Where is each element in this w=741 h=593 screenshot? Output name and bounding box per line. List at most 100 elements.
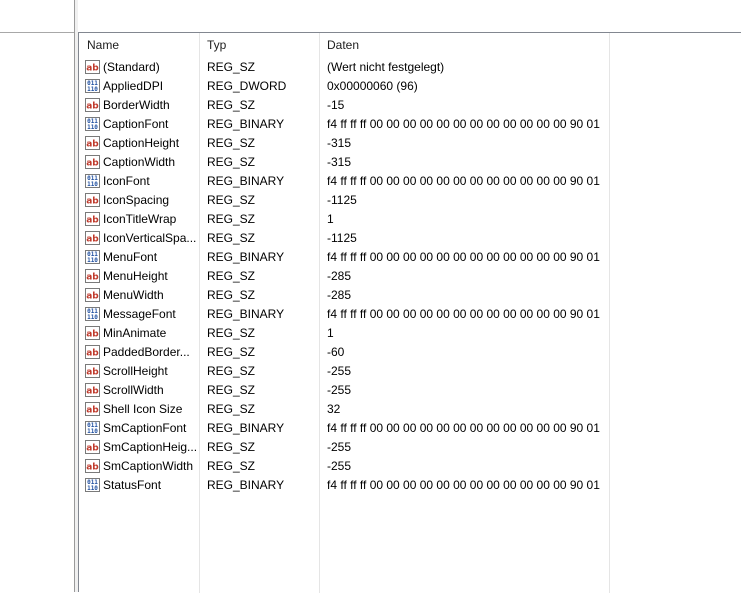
registry-values-list[interactable]: Name Typ Daten ab (Standard) REG_SZ (Wert n…	[78, 32, 741, 593]
value-name-cell: ab SmCaptionHeig...	[85, 438, 201, 457]
value-name-cell: ab (Standard)	[85, 58, 201, 77]
value-data: f4 ff ff ff 00 00 00 00 00 00 00 00 00 0…	[327, 421, 603, 435]
value-row[interactable]: 011 110 AppliedDPI REG_DWORD 0x00000060 (96)	[79, 77, 741, 96]
svg-text:ab: ab	[86, 406, 99, 416]
value-type: REG_SZ	[207, 136, 256, 150]
value-row[interactable]: 011 110 SmCaptionFont REG_BINARY f4 ff ff ff…	[79, 419, 741, 438]
value-name-cell: 011 110 AppliedDPI	[85, 77, 201, 96]
value-name-cell: ab ScrollHeight	[85, 362, 201, 381]
value-type: REG_SZ	[207, 440, 256, 454]
string-value-icon: ab	[85, 60, 100, 74]
string-value-icon: ab	[85, 212, 100, 226]
value-row[interactable]: ab SmCaptionWidth REG_SZ -255	[79, 457, 741, 476]
value-row[interactable]: ab MenuHeight REG_SZ -285	[79, 267, 741, 286]
value-type: REG_SZ	[207, 269, 256, 283]
svg-text:ab: ab	[86, 463, 99, 473]
string-value-icon: ab	[85, 383, 100, 397]
value-row[interactable]: 011 110 IconFont REG_BINARY f4 ff ff ff 00 0…	[79, 172, 741, 191]
string-value-icon: ab	[85, 345, 100, 359]
value-data: f4 ff ff ff 00 00 00 00 00 00 00 00 00 0…	[327, 117, 603, 131]
svg-text:ab: ab	[86, 64, 99, 74]
svg-text:110: 110	[87, 257, 98, 264]
svg-text:110: 110	[87, 181, 98, 188]
value-name-cell: 011 110 StatusFont	[85, 476, 201, 495]
svg-text:ab: ab	[86, 330, 99, 340]
value-row[interactable]: 011 110 MessageFont REG_BINARY f4 ff ff ff 0…	[79, 305, 741, 324]
svg-text:ab: ab	[86, 216, 99, 226]
value-row[interactable]: ab ScrollWidth REG_SZ -255	[79, 381, 741, 400]
value-name-cell: ab CaptionHeight	[85, 134, 201, 153]
value-type: REG_SZ	[207, 326, 256, 340]
value-row[interactable]: ab (Standard) REG_SZ (Wert nicht festgelegt…	[79, 58, 741, 77]
value-name-cell: 011 110 MenuFont	[85, 248, 201, 267]
value-type: REG_SZ	[207, 345, 256, 359]
registry-tree-pane[interactable]	[0, 0, 74, 592]
value-data: f4 ff ff ff 00 00 00 00 00 00 00 00 00 0…	[327, 250, 603, 264]
value-name-cell: ab IconVerticalSpa...	[85, 229, 201, 248]
string-value-icon: ab	[85, 231, 100, 245]
value-row[interactable]: ab PaddedBorder... REG_SZ -60	[79, 343, 741, 362]
value-type: REG_BINARY	[207, 117, 285, 131]
string-value-icon: ab	[85, 288, 100, 302]
svg-text:110: 110	[87, 428, 98, 435]
value-name: MinAnimate	[103, 326, 167, 340]
value-name-cell: ab IconTitleWrap	[85, 210, 201, 229]
binary-value-icon: 011110	[85, 79, 100, 93]
value-name: AppliedDPI	[103, 79, 164, 93]
value-row[interactable]: 011 110 StatusFont REG_BINARY f4 ff ff ff 00…	[79, 476, 741, 495]
binary-value-icon: 011110	[85, 174, 100, 188]
value-name: CaptionHeight	[103, 136, 180, 150]
value-data: -255	[327, 440, 352, 454]
value-name: SmCaptionFont	[103, 421, 187, 435]
value-name-cell: ab MenuHeight	[85, 267, 201, 286]
value-row[interactable]: ab IconSpacing REG_SZ -1125	[79, 191, 741, 210]
string-value-icon: ab	[85, 269, 100, 283]
value-name: IconFont	[103, 174, 150, 188]
value-row[interactable]: ab BorderWidth REG_SZ -15	[79, 96, 741, 115]
value-data: -1125	[327, 193, 357, 207]
string-value-icon: ab	[85, 364, 100, 378]
value-data: -15	[327, 98, 345, 112]
value-type: REG_SZ	[207, 193, 256, 207]
value-data: f4 ff ff ff 00 00 00 00 00 00 00 00 00 0…	[327, 174, 603, 188]
column-header-name[interactable]: Name	[79, 33, 199, 57]
value-type: REG_SZ	[207, 155, 256, 169]
value-row[interactable]: ab SmCaptionHeig... REG_SZ -255	[79, 438, 741, 457]
svg-text:ab: ab	[86, 387, 99, 397]
svg-text:110: 110	[87, 314, 98, 321]
value-row[interactable]: 011 110 CaptionFont REG_BINARY f4 ff ff ff 0…	[79, 115, 741, 134]
svg-text:110: 110	[87, 485, 98, 492]
value-type: REG_SZ	[207, 98, 256, 112]
string-value-icon: ab	[85, 155, 100, 169]
value-row[interactable]: ab IconTitleWrap REG_SZ 1	[79, 210, 741, 229]
value-name: BorderWidth	[103, 98, 170, 112]
value-data: -1125	[327, 231, 357, 245]
column-header-type[interactable]: Typ	[199, 33, 319, 57]
value-data: 32	[327, 402, 341, 416]
value-row[interactable]: ab Shell Icon Size REG_SZ 32	[79, 400, 741, 419]
column-header-data[interactable]: Daten	[319, 33, 609, 57]
binary-value-icon: 011110	[85, 307, 100, 321]
value-row[interactable]: ab CaptionHeight REG_SZ -315	[79, 134, 741, 153]
value-row[interactable]: ab MinAnimate REG_SZ 1	[79, 324, 741, 343]
value-name: (Standard)	[103, 60, 160, 74]
value-row[interactable]: ab ScrollHeight REG_SZ -255	[79, 362, 741, 381]
value-row[interactable]: ab MenuWidth REG_SZ -285	[79, 286, 741, 305]
value-name-cell: ab SmCaptionWidth	[85, 457, 201, 476]
tree-pane-divider	[0, 32, 74, 33]
value-type: REG_SZ	[207, 212, 256, 226]
value-data: -285	[327, 269, 352, 283]
value-name-cell: ab Shell Icon Size	[85, 400, 201, 419]
value-name: CaptionWidth	[103, 155, 176, 169]
value-row[interactable]: ab CaptionWidth REG_SZ -315	[79, 153, 741, 172]
value-data: f4 ff ff ff 00 00 00 00 00 00 00 00 00 0…	[327, 478, 603, 492]
svg-text:ab: ab	[86, 197, 99, 207]
value-row[interactable]: 011 110 MenuFont REG_BINARY f4 ff ff ff 00 0…	[79, 248, 741, 267]
value-data: -60	[327, 345, 345, 359]
value-row[interactable]: ab IconVerticalSpa... REG_SZ -1125	[79, 229, 741, 248]
value-name-cell: 011 110 CaptionFont	[85, 115, 201, 134]
value-name: MenuWidth	[103, 288, 164, 302]
value-type: REG_SZ	[207, 402, 256, 416]
svg-text:ab: ab	[86, 159, 99, 169]
value-type: REG_SZ	[207, 364, 256, 378]
